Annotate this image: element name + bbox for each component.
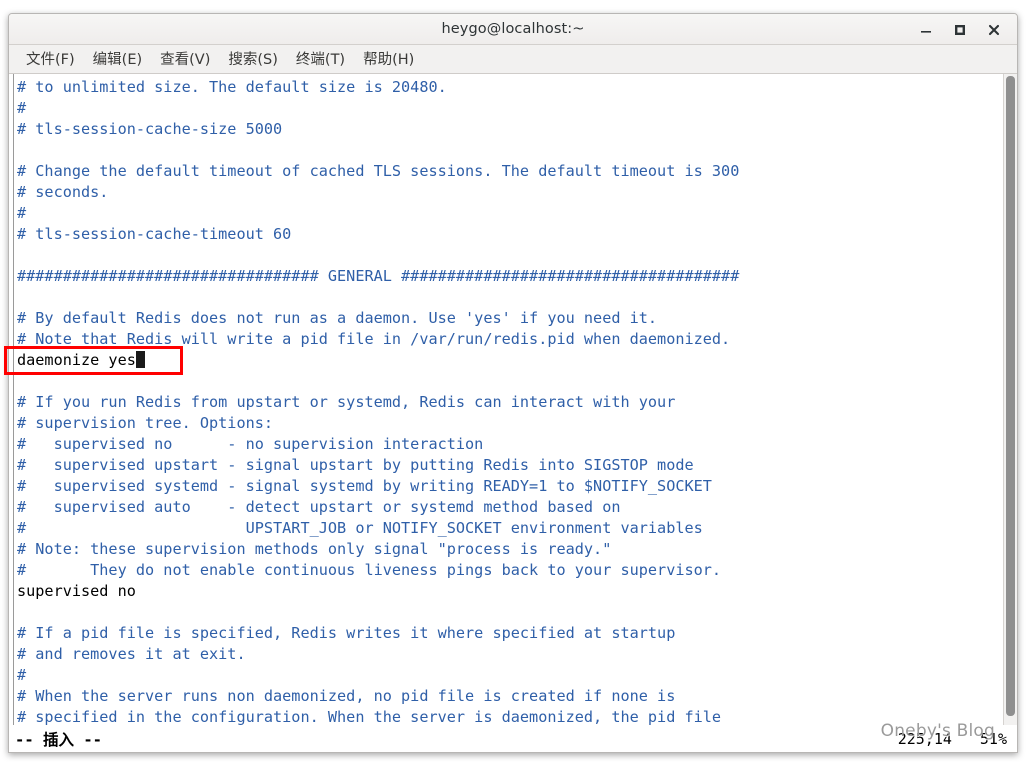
screenshot-root: heygo@localhost:~ 文件(F) 编辑(E) 查看(V) 搜索(S… <box>0 0 1026 762</box>
vim-mode-indicator: -- 插入 -- <box>15 730 102 749</box>
vim-statusline: -- 插入 -- 225,14 51% Oneby's Blog <box>9 721 1017 752</box>
editor-comment-line: # tls-session-cache-timeout 60 <box>17 225 292 243</box>
scroll-percent: 51% <box>979 729 1007 748</box>
menu-item-search[interactable]: 搜索(S) <box>219 46 287 72</box>
editor-comment-line: # supervised systemd - signal systemd by… <box>17 477 712 495</box>
editor-comment-line: # Change the default timeout of cached T… <box>17 162 740 180</box>
editor-comment-line: # supervised upstart - signal upstart by… <box>17 456 694 474</box>
editor-comment-line: # <box>17 99 27 117</box>
menu-item-terminal[interactable]: 终端(T) <box>287 46 354 72</box>
cursor-position: 225,14 <box>897 729 952 748</box>
minimize-icon <box>919 23 933 37</box>
maximize-button[interactable] <box>943 14 977 45</box>
editor-comment-line: # <box>17 666 27 684</box>
close-icon <box>987 23 1001 37</box>
editor-comment-line: # and removes it at exit. <box>17 645 246 663</box>
editor-blank-line <box>17 287 1003 308</box>
editor-code-line: supervised no <box>17 582 136 600</box>
editor-comment-line: # UPSTART_JOB or NOTIFY_SOCKET environme… <box>17 519 703 537</box>
window-controls <box>909 14 1011 45</box>
editor-blank-line <box>17 371 1003 392</box>
editor-blank-line <box>17 140 1003 161</box>
maximize-icon <box>953 23 967 37</box>
window-title: heygo@localhost:~ <box>441 21 585 37</box>
editor-comment-line: # to unlimited size. The default size is… <box>17 78 447 96</box>
menubar: 文件(F) 编辑(E) 查看(V) 搜索(S) 终端(T) 帮助(H) <box>9 45 1017 74</box>
terminal-window: heygo@localhost:~ 文件(F) 编辑(E) 查看(V) 搜索(S… <box>8 13 1018 753</box>
terminal-scrollbar[interactable] <box>1003 74 1017 725</box>
terminal-body: # to unlimited size. The default size is… <box>9 74 1017 725</box>
editor-comment-line: # tls-session-cache-size 5000 <box>17 120 283 138</box>
close-button[interactable] <box>977 14 1011 45</box>
editor-comment-line: # Note: these supervision methods only s… <box>17 540 612 558</box>
minimize-button[interactable] <box>909 14 943 45</box>
editor-comment-line: # supervision tree. Options: <box>17 414 274 432</box>
vim-status-right: 225,14 51% <box>898 725 1007 752</box>
editor-comment-line: # If a pid file is specified, Redis writ… <box>17 624 676 642</box>
scrollbar-thumb[interactable] <box>1006 76 1015 716</box>
editor-code-line: daemonize yes <box>17 350 1003 371</box>
vim-editor-viewport[interactable]: # to unlimited size. The default size is… <box>9 74 1003 725</box>
editor-blank-line <box>17 245 1003 266</box>
window-titlebar: heygo@localhost:~ <box>9 14 1017 45</box>
editor-blank-line <box>17 602 1003 623</box>
editor-comment-line: # specified in the configuration. When t… <box>17 708 722 725</box>
editor-comment-line: # Note that Redis will write a pid file … <box>17 330 731 348</box>
editor-comment-line: # supervised auto - detect upstart or sy… <box>17 498 621 516</box>
editor-comment-line: # By default Redis does not run as a dae… <box>17 309 658 327</box>
editor-comment-line: # seconds. <box>17 183 109 201</box>
editor-comment-line: # <box>17 204 27 222</box>
menu-item-view[interactable]: 查看(V) <box>151 46 219 72</box>
editor-comment-line: # supervised no - no supervision interac… <box>17 435 484 453</box>
menu-item-edit[interactable]: 编辑(E) <box>84 46 151 72</box>
menu-item-file[interactable]: 文件(F) <box>17 46 84 72</box>
editor-comment-line: # If you run Redis from upstart or syste… <box>17 393 676 411</box>
editor-comment-line: ################################# GENERA… <box>17 267 740 285</box>
editor-left-rule <box>13 74 14 725</box>
menu-item-help[interactable]: 帮助(H) <box>354 46 423 72</box>
text-cursor <box>135 351 145 368</box>
editor-comment-line: # When the server runs non daemonized, n… <box>17 687 676 705</box>
editor-comment-line: # They do not enable continuous liveness… <box>17 561 722 579</box>
